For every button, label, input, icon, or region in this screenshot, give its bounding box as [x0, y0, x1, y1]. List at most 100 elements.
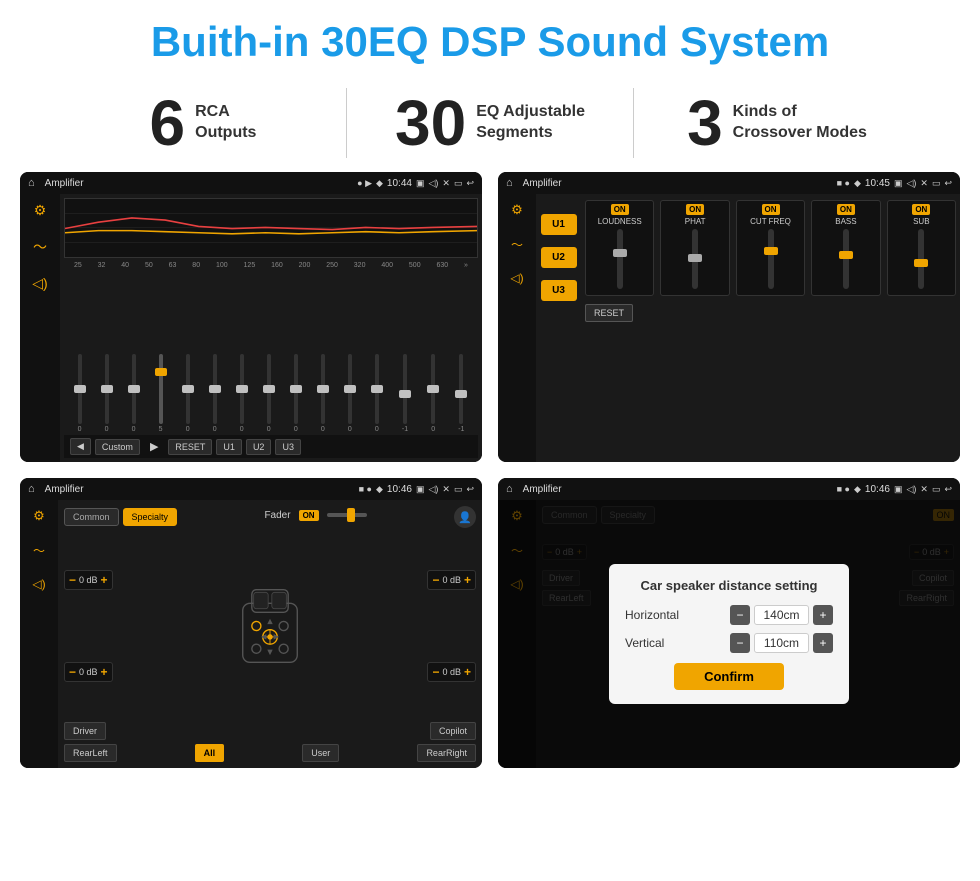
- vertical-value: 110cm: [754, 633, 809, 653]
- freq-160: 160: [271, 262, 283, 269]
- slider-3[interactable]: 0: [132, 354, 136, 433]
- eq-reset-btn[interactable]: RESET: [168, 439, 212, 455]
- phat-slider[interactable]: [692, 229, 698, 289]
- right-vol-controls: − 0 dB + − 0 dB +: [427, 534, 476, 718]
- freq-320: 320: [354, 262, 366, 269]
- screen-fader: ⌂ Amplifier ■ ● ◆ 10:46 ▣ ◁) ✕ ▭ ↩ ⚙ 〜 ◁…: [20, 478, 482, 768]
- cutfreq-on[interactable]: ON: [762, 204, 780, 215]
- left-vol-controls: − 0 dB + − 0 dB +: [64, 534, 113, 718]
- home-icon-dialog[interactable]: ⌂: [506, 483, 513, 495]
- slider-7[interactable]: 0: [240, 354, 244, 433]
- crossover-reset-btn[interactable]: RESET: [585, 304, 633, 322]
- bass-slider[interactable]: [843, 229, 849, 289]
- slider-1[interactable]: 0: [78, 354, 82, 433]
- vol-minus-br[interactable]: −: [432, 665, 439, 679]
- slider-11[interactable]: 0: [348, 354, 352, 433]
- speaker-icon[interactable]: ◁): [32, 275, 47, 292]
- screen-eq: ⌂ Amplifier ● ▶ ◆ 10:44 ▣ ◁) ✕ ▭ ↩ ⚙ 〜 ◁…: [20, 172, 482, 462]
- channel-u1[interactable]: U1: [541, 214, 577, 235]
- sub-on[interactable]: ON: [912, 204, 930, 215]
- all-btn[interactable]: All: [195, 744, 225, 762]
- fader-spk-icon[interactable]: ◁): [32, 577, 45, 591]
- slider-12[interactable]: 0: [375, 354, 379, 433]
- status-bar-crossover: ⌂ Amplifier ■ ● ◆ 10:45 ▣ ◁) ✕ ▭ ↩: [498, 172, 960, 194]
- crossover-eq-icon[interactable]: ⚙: [511, 202, 523, 218]
- horizontal-plus-btn[interactable]: +: [813, 605, 833, 625]
- vol-control-bl: − 0 dB +: [64, 662, 113, 682]
- home-icon-crossover[interactable]: ⌂: [506, 177, 513, 189]
- horizontal-value: 140cm: [754, 605, 809, 625]
- vol-plus-tl[interactable]: +: [101, 573, 108, 587]
- screen-title-crossover: Amplifier: [523, 178, 833, 189]
- slider-9[interactable]: 0: [294, 354, 298, 433]
- user-btn[interactable]: User: [302, 744, 339, 762]
- vol-minus-bl[interactable]: −: [69, 665, 76, 679]
- dots-fader: ■ ●: [359, 484, 372, 494]
- crossover-wave-icon[interactable]: 〜: [511, 236, 523, 253]
- fader-eq-icon[interactable]: ⚙: [33, 508, 45, 524]
- loudness-on[interactable]: ON: [611, 204, 629, 215]
- back-fader[interactable]: ↩: [466, 484, 474, 495]
- rearleft-btn[interactable]: RearLeft: [64, 744, 117, 762]
- slider-2[interactable]: 0: [105, 354, 109, 433]
- fader-on-badge[interactable]: ON: [299, 510, 319, 521]
- copilot-btn[interactable]: Copilot: [430, 722, 476, 740]
- loudness-slider[interactable]: [617, 229, 623, 289]
- eq-u2-btn[interactable]: U2: [246, 439, 272, 455]
- bass-on[interactable]: ON: [837, 204, 855, 215]
- eq-u3-btn[interactable]: U3: [275, 439, 301, 455]
- vertical-plus-btn[interactable]: +: [813, 633, 833, 653]
- eq-u1-btn[interactable]: U1: [216, 439, 242, 455]
- back-icon-crossover[interactable]: ↩: [944, 178, 952, 189]
- home-icon-fader[interactable]: ⌂: [28, 483, 35, 495]
- tab-specialty[interactable]: Specialty: [123, 508, 178, 526]
- screen-title-eq: Amplifier: [45, 178, 353, 189]
- vol-icon-eq: ◁): [428, 178, 438, 189]
- slider-14[interactable]: 0: [431, 354, 435, 433]
- phat-on[interactable]: ON: [686, 204, 704, 215]
- driver-btn[interactable]: Driver: [64, 722, 106, 740]
- cutfreq-label: CUT FREQ: [750, 217, 791, 226]
- eq-custom-btn[interactable]: Custom: [95, 439, 140, 455]
- wave-icon[interactable]: 〜: [33, 237, 47, 257]
- vol-plus-br[interactable]: +: [464, 665, 471, 679]
- confirm-button[interactable]: Confirm: [674, 663, 784, 690]
- bass-label: BASS: [835, 217, 856, 226]
- slider-10[interactable]: 0: [321, 354, 325, 433]
- fader-slider[interactable]: [327, 513, 367, 517]
- rearright-btn[interactable]: RearRight: [417, 744, 476, 762]
- home-icon-eq[interactable]: ⌂: [28, 177, 35, 189]
- slider-13[interactable]: -1: [402, 354, 408, 433]
- phat-block: ON PHAT: [660, 200, 729, 296]
- vertical-minus-btn[interactable]: −: [730, 633, 750, 653]
- slider-5[interactable]: 0: [186, 354, 190, 433]
- eq-bottom-bar: ◀ Custom ▶ RESET U1 U2 U3: [64, 435, 478, 458]
- slider-8[interactable]: 0: [267, 354, 271, 433]
- horizontal-minus-btn[interactable]: −: [730, 605, 750, 625]
- vol-plus-tr[interactable]: +: [464, 573, 471, 587]
- car-svg: [220, 576, 320, 676]
- slider-6[interactable]: 0: [213, 354, 217, 433]
- back-dialog[interactable]: ↩: [944, 484, 952, 495]
- tab-common[interactable]: Common: [64, 508, 119, 526]
- vol-minus-tr[interactable]: −: [432, 573, 439, 587]
- fader-wave-icon[interactable]: 〜: [33, 542, 45, 559]
- channel-u2[interactable]: U2: [541, 247, 577, 268]
- vol-plus-bl[interactable]: +: [101, 665, 108, 679]
- eq-prev-btn[interactable]: ◀: [70, 438, 91, 455]
- back-icon-eq[interactable]: ↩: [466, 178, 474, 189]
- freq-125: 125: [244, 262, 256, 269]
- cutfreq-slider[interactable]: [768, 229, 774, 289]
- slider-4[interactable]: 5: [159, 354, 163, 433]
- slider-15[interactable]: -1: [458, 354, 464, 433]
- freq-25: 25: [74, 262, 82, 269]
- vol-minus-tl[interactable]: −: [69, 573, 76, 587]
- freq-expand[interactable]: »: [464, 262, 468, 269]
- crossover-spk-icon[interactable]: ◁): [510, 271, 523, 285]
- eq-play-btn[interactable]: ▶: [144, 438, 164, 455]
- sub-slider[interactable]: [918, 229, 924, 289]
- sub-block: ON SUB: [887, 200, 956, 296]
- fader-content: − 0 dB + − 0 dB +: [64, 534, 476, 718]
- channel-u3[interactable]: U3: [541, 280, 577, 301]
- eq-icon[interactable]: ⚙: [34, 202, 47, 219]
